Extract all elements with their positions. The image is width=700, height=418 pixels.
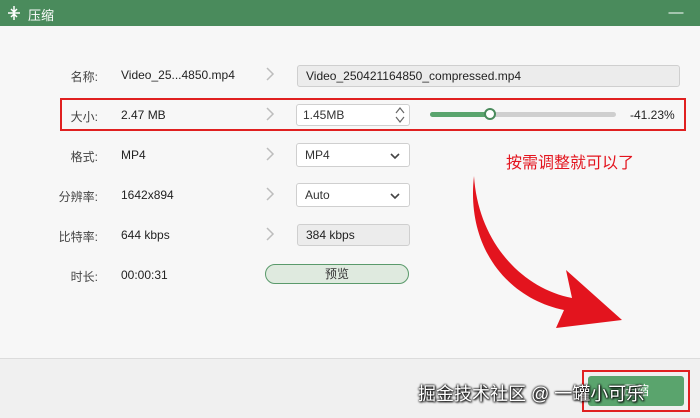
slider-fill	[430, 112, 490, 117]
size-value: 2.47 MB	[121, 108, 166, 122]
caret-down-icon	[390, 193, 400, 200]
title-bar: 压缩 —	[0, 0, 700, 26]
resolution-select[interactable]: Auto	[296, 183, 410, 207]
caret-down-icon	[390, 153, 400, 160]
size-label: 大小:	[70, 110, 98, 124]
name-value: Video_25...4850.mp4	[121, 68, 235, 82]
format-select[interactable]: MP4	[296, 143, 410, 167]
bitrate-output-field[interactable]: 384 kbps	[297, 224, 410, 246]
chevron-right-icon	[266, 107, 275, 121]
output-name-field[interactable]: Video_250421164850_compressed.mp4	[297, 65, 680, 87]
slider-thumb[interactable]	[483, 108, 496, 120]
minimize-icon[interactable]: —	[666, 3, 686, 23]
target-size-value: 1.45MB	[303, 108, 345, 122]
chevron-right-icon	[266, 67, 275, 81]
duration-label: 时长:	[70, 270, 98, 284]
size-percent: -41.23%	[630, 108, 675, 122]
compress-icon	[8, 6, 20, 20]
resolution-selected: Auto	[305, 188, 330, 202]
bitrate-label: 比特率:	[58, 230, 98, 244]
spin-up-icon[interactable]	[395, 106, 405, 115]
size-slider[interactable]	[430, 108, 616, 120]
format-value: MP4	[121, 148, 146, 162]
chevron-right-icon	[266, 227, 275, 241]
watermark-text: 掘金技术社区 @ 一罐小可乐	[418, 384, 645, 404]
resolution-value: 1642x894	[121, 188, 174, 202]
duration-value: 00:00:31	[121, 268, 168, 282]
name-label: 名称:	[70, 70, 98, 84]
bitrate-value: 644 kbps	[121, 228, 170, 242]
chevron-right-icon	[266, 187, 275, 201]
arrow-icon	[472, 176, 622, 328]
spin-down-icon[interactable]	[395, 115, 405, 124]
preview-button[interactable]: 预览	[265, 264, 409, 284]
format-label: 格式:	[70, 150, 98, 164]
resolution-label: 分辨率:	[58, 190, 98, 204]
window-title: 压缩	[28, 8, 55, 23]
chevron-right-icon	[266, 147, 275, 161]
target-size-stepper[interactable]: 1.45MB	[296, 104, 410, 126]
format-selected: MP4	[305, 148, 330, 162]
